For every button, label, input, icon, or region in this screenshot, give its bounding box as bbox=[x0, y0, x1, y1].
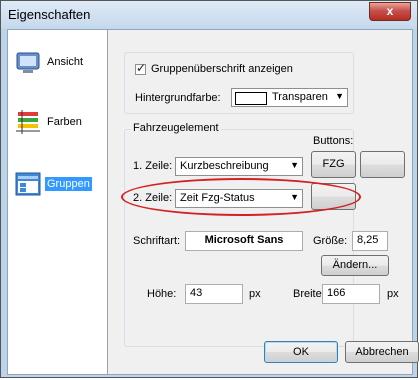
height-unit: px bbox=[249, 288, 261, 300]
line1-value: Kurzbeschreibung bbox=[180, 160, 269, 172]
properties-dialog: Eigenschaften x Ansicht Farben Gruppen ✓… bbox=[0, 0, 419, 378]
show-group-header-checkbox[interactable]: ✓ bbox=[135, 61, 147, 75]
line1-dropdown[interactable]: Kurzbeschreibung ▼ bbox=[175, 157, 303, 176]
ok-button[interactable]: OK bbox=[264, 341, 338, 363]
line1-label: 1. Zeile: bbox=[133, 160, 173, 172]
header-options-group: ✓ Gruppenüberschrift anzeigen Hintergrun… bbox=[124, 52, 354, 114]
sidebar-item-label: Gruppen bbox=[45, 177, 92, 191]
size-label: Größe: bbox=[313, 235, 348, 247]
line1-empty-button[interactable] bbox=[360, 151, 405, 178]
background-color-dropdown[interactable]: Transparen ▼ bbox=[231, 88, 348, 107]
category-sidebar: Ansicht Farben Gruppen bbox=[8, 30, 108, 374]
sidebar-item-label: Farben bbox=[47, 116, 82, 128]
change-font-button[interactable]: Ändern... bbox=[321, 255, 389, 276]
height-label: Höhe: bbox=[147, 288, 177, 300]
close-button[interactable]: x bbox=[369, 2, 411, 21]
window-title: Eigenschaften bbox=[8, 7, 91, 22]
sidebar-item-label: Ansicht bbox=[47, 56, 84, 68]
chevron-down-icon: ▼ bbox=[335, 91, 344, 101]
cancel-button[interactable]: Abbrechen bbox=[345, 341, 419, 363]
fzg-button[interactable]: FZG bbox=[311, 151, 356, 178]
color-swatch bbox=[235, 92, 267, 105]
font-label: Schriftart: bbox=[133, 235, 181, 247]
width-label: Breite: bbox=[293, 288, 325, 300]
width-unit: px bbox=[387, 288, 399, 300]
sidebar-item-gruppen[interactable]: Gruppen bbox=[8, 166, 107, 206]
size-field[interactable]: 8,25 bbox=[352, 231, 388, 251]
groups-icon bbox=[14, 170, 42, 198]
buttons-label: Buttons: bbox=[313, 135, 354, 147]
color-lines-icon bbox=[14, 108, 42, 136]
background-color-label: Hintergrundfarbe: bbox=[135, 92, 221, 104]
font-field[interactable]: Microsoft Sans bbox=[185, 231, 303, 251]
sidebar-item-ansicht[interactable]: Ansicht bbox=[8, 44, 107, 84]
vehicle-element-legend: Fahrzeugelement bbox=[131, 122, 221, 134]
highlight-ellipse bbox=[121, 178, 361, 216]
background-color-value: Transparen bbox=[272, 91, 328, 103]
vehicle-element-group: Fahrzeugelement Buttons: 1. Zeile: Kurzb… bbox=[124, 122, 405, 347]
width-field[interactable]: 166 bbox=[322, 284, 380, 304]
show-group-header-label: Gruppenüberschrift anzeigen bbox=[151, 63, 293, 75]
sidebar-item-farben[interactable]: Farben bbox=[8, 104, 107, 144]
height-field[interactable]: 43 bbox=[185, 284, 243, 304]
monitor-icon bbox=[14, 48, 42, 76]
chevron-down-icon: ▼ bbox=[290, 160, 299, 170]
title-bar: Eigenschaften x bbox=[1, 1, 417, 29]
check-icon: ✓ bbox=[136, 61, 147, 75]
